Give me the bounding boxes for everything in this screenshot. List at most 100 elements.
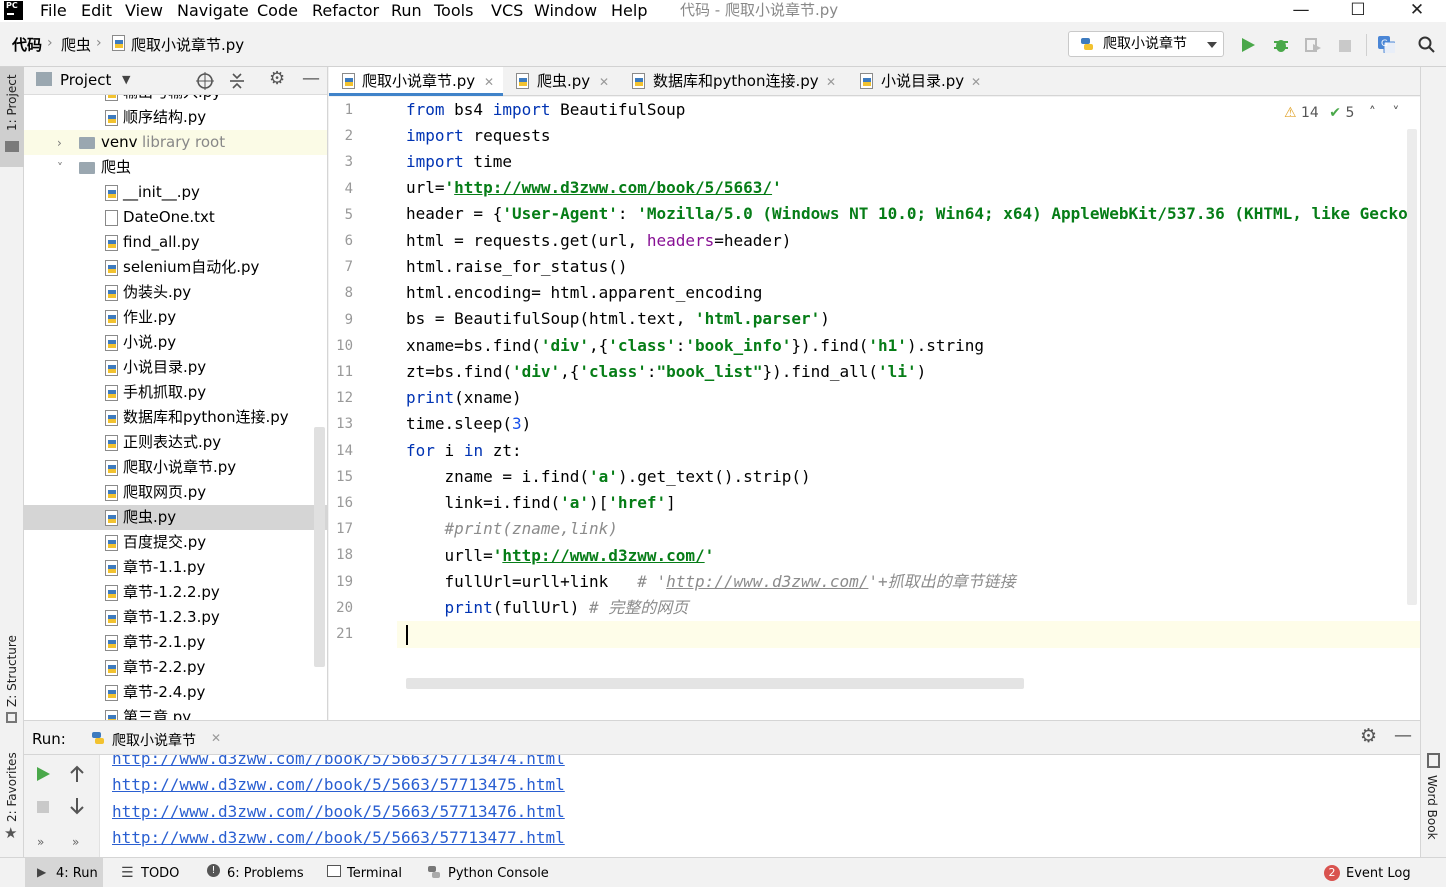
locate-icon[interactable] [196, 72, 214, 90]
tab-crawl-novel-chapter[interactable]: 爬取小说章节.py ✕ [329, 67, 503, 96]
todo-tool-button[interactable]: TODO [141, 866, 179, 882]
collapse-all-icon[interactable] [229, 72, 245, 90]
word-book-tool-tab[interactable]: Word Book [1425, 775, 1439, 840]
project-tree-item[interactable]: 小说.py [24, 330, 327, 355]
python-console-tool-button[interactable]: Python Console [448, 866, 549, 882]
minimize-icon[interactable]: — [1278, 0, 1324, 22]
project-tree-item[interactable]: 爬取小说章节.py [24, 455, 327, 480]
menu-code[interactable]: Code [257, 0, 298, 21]
project-tree-item[interactable]: 爬取网页.py [24, 480, 327, 505]
menu-window[interactable]: Window [534, 0, 597, 21]
chevron-right-icon[interactable]: › [57, 131, 62, 156]
hide-panel-icon[interactable]: — [302, 68, 320, 89]
more-actions-icon[interactable]: » [72, 835, 79, 849]
menu-tools[interactable]: Tools [434, 0, 473, 21]
terminal-tool-button[interactable]: Terminal [347, 866, 402, 882]
project-tree-item[interactable]: 章节-2.4.py [24, 680, 327, 705]
favorites-tool-tab[interactable]: 2: Favorites [5, 752, 19, 822]
project-tree-item[interactable]: 输出与输入.py [24, 95, 327, 105]
arrow-down-icon[interactable] [69, 797, 85, 815]
close-tab-icon[interactable]: ✕ [826, 68, 836, 96]
project-tree-item[interactable]: 数据库和python连接.py [24, 405, 327, 430]
tab-novel-catalog[interactable]: 小说目录.py ✕ [843, 67, 993, 96]
project-tree-item[interactable]: 百度提交.py [24, 530, 327, 555]
event-log-tool-button[interactable]: Event Log [1346, 866, 1411, 882]
breadcrumb-project[interactable]: 代码 [12, 36, 42, 54]
chevron-up-icon[interactable]: ˄ [1369, 105, 1376, 121]
close-tab-icon[interactable]: ✕ [484, 68, 494, 96]
project-tree-item[interactable]: 章节-1.2.2.py [24, 580, 327, 605]
breadcrumb-file[interactable]: 爬取小说章节.py [131, 36, 244, 54]
code-line: fullUrl=urll+link # 'http://www.d3zww.co… [406, 572, 1016, 591]
project-tree-item[interactable]: 章节-1.2.3.py [24, 605, 327, 630]
maximize-icon[interactable]: ☐ [1335, 0, 1381, 22]
menu-run[interactable]: Run [391, 0, 422, 21]
project-tree-item[interactable]: 作业.py [24, 305, 327, 330]
menu-edit[interactable]: Edit [81, 0, 112, 21]
project-tree-item[interactable]: ˅ 爬虫 [24, 155, 327, 181]
project-tree-item[interactable]: 手机抓取.py [24, 380, 327, 405]
project-tree-item[interactable]: 章节-2.2.py [24, 655, 327, 680]
project-tree-item[interactable]: 小说目录.py [24, 355, 327, 380]
output-link[interactable]: http://www.d3zww.com//book/5/5663/577134… [112, 775, 565, 794]
menu-navigate[interactable]: Navigate [177, 0, 249, 21]
project-tree-item[interactable]: 章节-2.1.py [24, 630, 327, 655]
project-view-select[interactable]: Project [60, 71, 111, 89]
close-icon[interactable]: ✕ [1394, 0, 1440, 22]
inspection-widget[interactable]: ⚠ 14 ✔ 5 ˄ ˅ [1284, 105, 1399, 121]
project-tree-item[interactable]: find_all.py [24, 230, 327, 255]
arrow-up-icon[interactable] [69, 765, 85, 783]
rerun-icon[interactable] [35, 766, 51, 782]
project-tree-item[interactable]: DateOne.txt [24, 205, 327, 230]
close-tab-icon[interactable]: ✕ [599, 68, 609, 96]
project-tree-item[interactable]: __init__.py [24, 180, 327, 205]
settings-gear-icon[interactable]: ⚙ [269, 68, 285, 89]
hide-panel-icon[interactable]: — [1394, 725, 1412, 746]
breadcrumb-folder[interactable]: 爬虫 [61, 36, 91, 54]
project-tool-tab[interactable]: 1: Project [0, 67, 24, 167]
more-actions-icon[interactable]: » [37, 835, 44, 849]
run-output: http://www.d3zww.com//book/5/5663/577134… [24, 755, 1420, 858]
stop-icon[interactable] [35, 799, 51, 815]
chevron-down-icon[interactable]: ˅ [57, 156, 63, 181]
run-configuration-select[interactable]: 爬取小说章节 [1068, 31, 1224, 57]
project-tree-item[interactable]: 第三章.py [24, 705, 327, 720]
code-editor[interactable]: 1 2 3 4 5 6 7 8 9 10 11 12 13 14 15 16 17 18 19 20 21 ⚠ 14 ✔… [329, 97, 1420, 720]
menu-vcs[interactable]: VCS [491, 0, 523, 21]
project-tree-item[interactable]: 章节-1.1.py [24, 555, 327, 580]
project-tree-item[interactable]: selenium自动化.py [24, 255, 327, 280]
output-link[interactable]: http://www.d3zww.com//book/5/5663/577134… [112, 802, 565, 821]
run-icon[interactable] [1240, 37, 1258, 55]
translate-icon[interactable]: G [1377, 35, 1395, 53]
tab-crawler[interactable]: 爬虫.py ✕ [503, 67, 618, 96]
coverage-icon[interactable] [1304, 36, 1322, 54]
close-run-tab-icon[interactable]: ✕ [211, 731, 221, 745]
structure-tool-tab[interactable]: Z: Structure [5, 635, 19, 707]
run-toolbar: » » [24, 755, 100, 858]
horizontal-scrollbar-thumb[interactable] [406, 678, 1024, 689]
menu-refactor[interactable]: Refactor [312, 0, 379, 21]
project-tree-item[interactable]: 正则表达式.py [24, 430, 327, 455]
output-link[interactable]: http://www.d3zww.com//book/5/5663/577134… [112, 755, 565, 768]
output-link[interactable]: http://www.d3zww.com//book/5/5663/577134… [112, 828, 565, 847]
stop-icon[interactable] [1337, 38, 1355, 56]
debug-icon[interactable] [1272, 36, 1290, 54]
menu-help[interactable]: Help [611, 0, 647, 21]
chevron-down-icon[interactable]: ▼ [122, 73, 130, 86]
project-tree-item[interactable]: 爬虫.py [24, 505, 327, 530]
project-tree-item[interactable]: 伪装头.py [24, 280, 327, 305]
menu-file[interactable]: File [40, 0, 67, 21]
tab-database-python[interactable]: 数据库和python连接.py ✕ [618, 67, 843, 96]
chevron-down-icon[interactable]: ˅ [1392, 105, 1399, 121]
search-icon[interactable] [1418, 36, 1436, 54]
menu-view[interactable]: View [125, 0, 163, 21]
problems-tool-button[interactable]: 6: Problems [227, 866, 304, 882]
project-tree-item[interactable]: › venv library root [24, 130, 327, 156]
close-tab-icon[interactable]: ✕ [971, 68, 981, 96]
run-tab-label[interactable]: 爬取小说章节 [112, 730, 196, 750]
project-scrollbar-thumb[interactable] [314, 427, 325, 667]
run-tool-button[interactable]: ▶ 4: Run [25, 858, 103, 887]
project-tree-item[interactable]: 顺序结构.py [24, 105, 327, 130]
vertical-scrollbar-thumb[interactable] [1407, 129, 1417, 605]
settings-gear-icon[interactable]: ⚙ [1360, 725, 1377, 747]
